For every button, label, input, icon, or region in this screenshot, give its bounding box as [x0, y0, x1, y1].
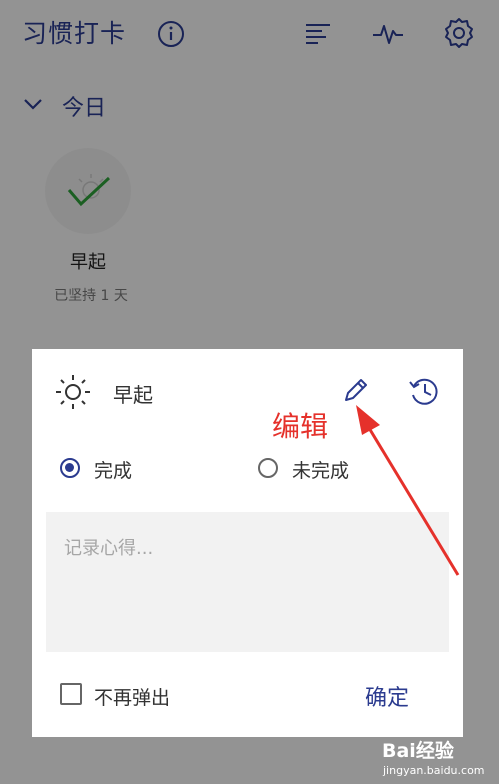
radio-done-label[interactable]: 完成 — [94, 456, 132, 483]
dialog-title: 早起 — [113, 383, 153, 407]
note-placeholder: 记录心得... — [64, 538, 154, 559]
annotation-arrow — [356, 405, 460, 576]
sun-icon — [56, 375, 90, 409]
dont-show-label[interactable]: 不再弹出 — [94, 683, 170, 710]
watermark: Bai经验 jingyan.baidu.com — [382, 730, 496, 782]
watermark-url: jingyan.baidu.com — [383, 764, 485, 777]
confirm-button[interactable]: 确定 — [365, 680, 409, 712]
watermark-brand: Bai经验 — [382, 740, 454, 762]
dont-show-checkbox[interactable] — [60, 683, 82, 705]
annotation-label: 编辑 — [272, 410, 329, 443]
radio-done[interactable] — [60, 458, 80, 478]
radio-not-done[interactable] — [258, 458, 278, 478]
